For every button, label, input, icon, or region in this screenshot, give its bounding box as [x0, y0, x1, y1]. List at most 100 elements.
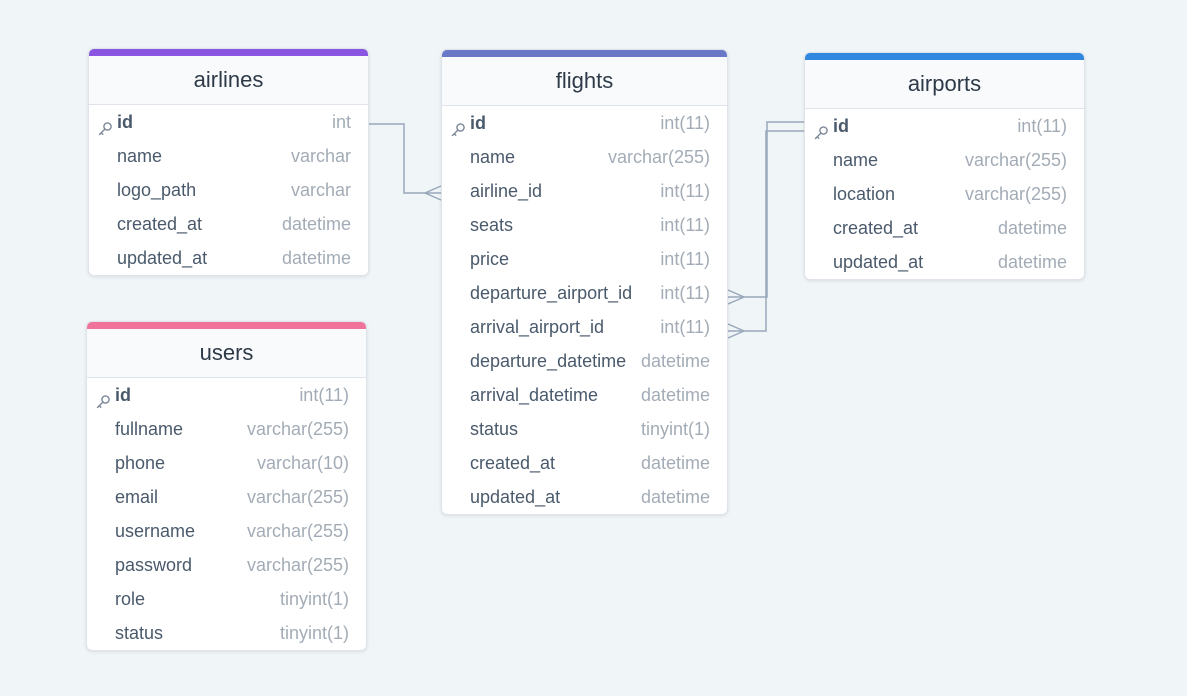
field-name: phone — [115, 453, 166, 473]
field-name: name — [833, 150, 879, 170]
field-row-created-at[interactable]: created_at datetime — [89, 207, 368, 241]
field-row-id[interactable]: id int(11) — [87, 378, 366, 412]
field-row-phone[interactable]: phone varchar(10) — [87, 446, 366, 480]
primary-key-icon — [95, 387, 111, 409]
field-type: varchar — [290, 180, 351, 200]
table-header[interactable]: users — [87, 329, 366, 378]
field-type: int(11) — [660, 215, 710, 235]
field-name: updated_at — [833, 252, 924, 272]
field-type: int(11) — [1017, 116, 1067, 136]
field-name: name — [470, 147, 516, 167]
field-type: varchar(255) — [964, 184, 1067, 204]
field-row-name[interactable]: name varchar(255) — [442, 140, 727, 174]
field-row-departure-datetime[interactable]: departure_datetime datetime — [442, 344, 727, 378]
field-type: tinyint(1) — [640, 419, 710, 439]
table-users[interactable]: users id int(11) fullname varchar(255) phone… — [86, 321, 367, 651]
field-row-updated-at[interactable]: updated_at datetime — [442, 480, 727, 514]
field-row-status[interactable]: status tinyint(1) — [442, 412, 727, 446]
field-name: name — [117, 146, 163, 166]
field-row-name[interactable]: name varchar — [89, 139, 368, 173]
field-type: varchar(255) — [246, 555, 349, 575]
field-row-arrival-airport-id[interactable]: arrival_airport_id int(11) — [442, 310, 727, 344]
field-name: id — [115, 385, 131, 405]
field-row-password[interactable]: password varchar(255) — [87, 548, 366, 582]
field-type: datetime — [997, 218, 1067, 238]
field-type: datetime — [640, 385, 710, 405]
field-name: id — [833, 116, 849, 136]
diagram-canvas: airlines id int name varchar logo_path varcha… — [0, 0, 1187, 696]
field-name: username — [115, 521, 196, 541]
table-flights[interactable]: flights id int(11) name varchar(255) airline… — [441, 49, 728, 515]
field-type: datetime — [640, 487, 710, 507]
field-name: price — [470, 249, 510, 269]
primary-key-icon — [97, 114, 113, 136]
field-row-role[interactable]: role tinyint(1) — [87, 582, 366, 616]
field-name: role — [115, 589, 146, 609]
field-row-status[interactable]: status tinyint(1) — [87, 616, 366, 650]
field-row-seats[interactable]: seats int(11) — [442, 208, 727, 242]
field-type: varchar(10) — [256, 453, 349, 473]
field-row-email[interactable]: email varchar(255) — [87, 480, 366, 514]
field-type: varchar(255) — [246, 521, 349, 541]
field-type: int(11) — [660, 181, 710, 201]
field-name: updated_at — [470, 487, 561, 507]
field-type: tinyint(1) — [279, 589, 349, 609]
field-type: datetime — [997, 252, 1067, 272]
field-row-arrival-datetime[interactable]: arrival_datetime datetime — [442, 378, 727, 412]
field-type: varchar(255) — [964, 150, 1067, 170]
field-row-id[interactable]: id int — [89, 105, 368, 139]
table-header[interactable]: airlines — [89, 56, 368, 105]
field-type: int(11) — [660, 113, 710, 133]
field-row-updated-at[interactable]: updated_at datetime — [89, 241, 368, 275]
field-name: created_at — [833, 218, 919, 238]
field-type: int(11) — [660, 283, 710, 303]
field-type: varchar(255) — [246, 487, 349, 507]
table-color-bar — [805, 53, 1084, 60]
field-row-name[interactable]: name varchar(255) — [805, 143, 1084, 177]
field-list: id int(11) name varchar(255) airline_id int(1… — [442, 106, 727, 514]
field-row-created-at[interactable]: created_at datetime — [442, 446, 727, 480]
field-name: updated_at — [117, 248, 208, 268]
field-row-airline-id[interactable]: airline_id int(11) — [442, 174, 727, 208]
primary-key-icon — [450, 115, 466, 137]
field-list: id int(11) fullname varchar(255) phone varcha… — [87, 378, 366, 650]
table-header[interactable]: flights — [442, 57, 727, 106]
field-type: varchar(255) — [607, 147, 710, 167]
field-row-id[interactable]: id int(11) — [805, 109, 1084, 143]
table-header[interactable]: airports — [805, 60, 1084, 109]
field-row-logo-path[interactable]: logo_path varchar — [89, 173, 368, 207]
field-row-fullname[interactable]: fullname varchar(255) — [87, 412, 366, 446]
primary-key-icon — [813, 118, 829, 140]
field-row-updated-at[interactable]: updated_at datetime — [805, 245, 1084, 279]
field-name: arrival_airport_id — [470, 317, 605, 337]
field-type: int(11) — [299, 385, 349, 405]
field-row-created-at[interactable]: created_at datetime — [805, 211, 1084, 245]
field-type: int(11) — [660, 249, 710, 269]
field-type: datetime — [640, 453, 710, 473]
field-row-location[interactable]: location varchar(255) — [805, 177, 1084, 211]
field-list: id int(11) name varchar(255) location varchar… — [805, 109, 1084, 279]
field-name: status — [470, 419, 519, 439]
table-airlines[interactable]: airlines id int name varchar logo_path varcha… — [88, 48, 369, 276]
table-airports[interactable]: airports id int(11) name varchar(255) locati… — [804, 52, 1085, 280]
field-name: email — [115, 487, 159, 507]
relation-airlines-flights[interactable] — [369, 123, 441, 194]
field-row-departure-airport-id[interactable]: departure_airport_id int(11) — [442, 276, 727, 310]
field-type: datetime — [281, 214, 351, 234]
table-color-bar — [442, 50, 727, 57]
field-row-price[interactable]: price int(11) — [442, 242, 727, 276]
field-type: tinyint(1) — [279, 623, 349, 643]
field-row-username[interactable]: username varchar(255) — [87, 514, 366, 548]
field-row-id[interactable]: id int(11) — [442, 106, 727, 140]
field-list: id int name varchar logo_path varchar created_… — [89, 105, 368, 275]
field-name: id — [470, 113, 486, 133]
relation-airports-arrival[interactable] — [728, 130, 804, 332]
field-name: arrival_datetime — [470, 385, 599, 405]
field-name: status — [115, 623, 164, 643]
field-name: location — [833, 184, 896, 204]
field-type: varchar — [290, 146, 351, 166]
field-type: int(11) — [660, 317, 710, 337]
field-name: password — [115, 555, 193, 575]
field-type: datetime — [640, 351, 710, 371]
field-name: id — [117, 112, 133, 132]
